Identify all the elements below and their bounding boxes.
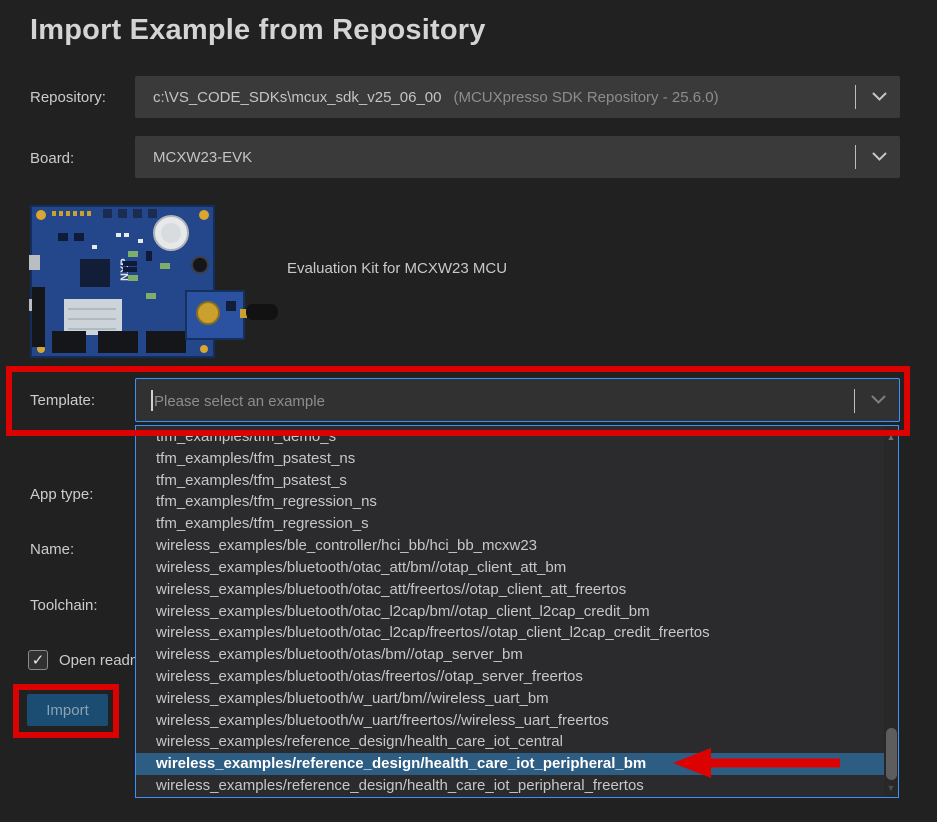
- chevron-down-icon[interactable]: [872, 152, 887, 162]
- field-separator: [855, 85, 856, 109]
- board-label: Board:: [30, 150, 74, 167]
- chevron-down-icon[interactable]: [871, 395, 886, 405]
- board-select[interactable]: MCXW23-EVK: [135, 136, 900, 178]
- template-input[interactable]: [152, 379, 836, 423]
- scroll-up-icon[interactable]: ▲: [884, 430, 898, 444]
- scrollbar-track[interactable]: ▲ ▼: [884, 426, 898, 797]
- template-combobox[interactable]: [135, 378, 900, 422]
- import-button[interactable]: Import: [27, 694, 108, 726]
- field-separator: [855, 145, 856, 169]
- dropdown-items: tfm_examples/tfm_demo_stfm_examples/tfm_…: [136, 426, 898, 797]
- list-item[interactable]: wireless_examples/bluetooth/otac_att/bm/…: [136, 557, 898, 579]
- field-separator: [854, 389, 855, 413]
- list-item[interactable]: wireless_examples/reference_design/healt…: [136, 731, 898, 753]
- board-value: MCXW23-EVK: [135, 149, 252, 166]
- list-item[interactable]: wireless_examples/bluetooth/otac_l2cap/b…: [136, 601, 898, 623]
- list-item[interactable]: tfm_examples/tfm_psatest_ns: [136, 448, 898, 470]
- list-item[interactable]: tfm_examples/tfm_regression_ns: [136, 491, 898, 513]
- list-item[interactable]: wireless_examples/bluetooth/otas/freerto…: [136, 666, 898, 688]
- list-item[interactable]: wireless_examples/bluetooth/otac_att/fre…: [136, 579, 898, 601]
- template-dropdown-list: tfm_examples/tfm_demo_stfm_examples/tfm_…: [135, 425, 899, 798]
- open-readme-checkbox[interactable]: ✓: [28, 650, 48, 670]
- list-item[interactable]: wireless_examples/bluetooth/w_uart/bm//w…: [136, 688, 898, 710]
- list-item[interactable]: wireless_examples/bluetooth/otac_l2cap/f…: [136, 622, 898, 644]
- list-item[interactable]: wireless_examples/bluetooth/otas/bm//ota…: [136, 644, 898, 666]
- scrollbar-thumb[interactable]: [886, 728, 897, 780]
- page-title: Import Example from Repository: [30, 14, 486, 47]
- board-photo: NXP: [28, 203, 280, 361]
- repository-select[interactable]: c:\VS_CODE_SDKs\mcux_sdk_v25_06_00 (MCUX…: [135, 76, 900, 118]
- app-type-label: App type:: [30, 486, 93, 503]
- list-item[interactable]: tfm_examples/tfm_psatest_s: [136, 470, 898, 492]
- repository-value: c:\VS_CODE_SDKs\mcux_sdk_v25_06_00: [135, 89, 441, 106]
- board-caption: Evaluation Kit for MCXW23 MCU: [287, 260, 507, 277]
- repository-annotation: (MCUXpresso SDK Repository - 25.6.0): [453, 89, 718, 106]
- name-label: Name:: [30, 541, 74, 558]
- list-item[interactable]: wireless_examples/reference_design/healt…: [136, 753, 898, 775]
- repository-label: Repository:: [30, 89, 106, 106]
- checkmark-icon: ✓: [32, 653, 45, 668]
- list-item[interactable]: wireless_examples/bluetooth/w_uart/freer…: [136, 710, 898, 732]
- list-item[interactable]: tfm_examples/tfm_demo_s: [136, 426, 898, 448]
- list-item[interactable]: wireless_examples/reference_design/healt…: [136, 775, 898, 797]
- scroll-down-icon[interactable]: ▼: [884, 781, 898, 795]
- template-label: Template:: [30, 392, 95, 409]
- list-item[interactable]: tfm_examples/tfm_regression_s: [136, 513, 898, 535]
- chevron-down-icon[interactable]: [872, 92, 887, 102]
- list-item[interactable]: wireless_examples/ble_controller/hci_bb/…: [136, 535, 898, 557]
- toolchain-label: Toolchain:: [30, 597, 98, 614]
